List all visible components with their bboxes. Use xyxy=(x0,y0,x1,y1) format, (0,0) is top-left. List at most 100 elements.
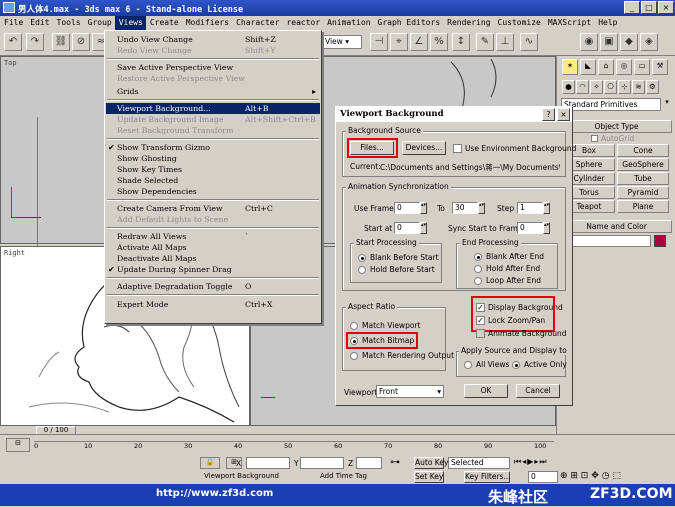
primitive-button-geosphere[interactable]: GeoSphere xyxy=(617,158,669,171)
object-color-swatch[interactable] xyxy=(654,235,666,247)
views-menu-item[interactable]: ✔ Update During Spinner Drag xyxy=(106,264,320,275)
systems-icon[interactable]: ⚙ xyxy=(646,80,659,94)
name-and-color-rollout[interactable]: Name and Color xyxy=(561,220,672,233)
object-type-rollout[interactable]: Object Type xyxy=(561,120,672,133)
menu-views[interactable]: Views xyxy=(114,16,146,30)
mirror-icon[interactable]: ⊣ xyxy=(370,33,388,51)
lights-icon[interactable]: ✧ xyxy=(590,80,603,94)
set-key-button[interactable]: Set Key xyxy=(414,471,444,483)
hierarchy-tab-icon[interactable]: ⌂ xyxy=(598,59,614,75)
utilities-tab-icon[interactable]: ⚒ xyxy=(652,59,668,75)
match-rendering-output-radio[interactable] xyxy=(350,352,358,360)
loop-after-end-radio[interactable] xyxy=(474,277,482,285)
trackbar-icon[interactable]: ⊟ xyxy=(6,438,30,452)
views-menu-item[interactable]: Show Key Times xyxy=(106,164,320,175)
percent-snap-icon[interactable]: % xyxy=(430,33,448,51)
spinner-snap-icon[interactable]: ↕ xyxy=(452,33,470,51)
hold-before-start-radio[interactable] xyxy=(358,266,366,274)
autogrid-checkbox[interactable] xyxy=(591,135,598,142)
render-scene-icon[interactable]: ▣ xyxy=(600,33,618,51)
cameras-icon[interactable]: ⎔ xyxy=(604,80,617,94)
views-menu-item[interactable]: Shade Selected xyxy=(106,175,320,186)
geometry-icon[interactable]: ● xyxy=(562,80,575,94)
key-filters-button[interactable]: Key Filters... xyxy=(464,471,511,483)
create-tab-icon[interactable]: ✶ xyxy=(562,59,578,75)
step-spinner-arrows[interactable]: ▴▾ xyxy=(543,202,550,214)
sync-start-spinner[interactable]: 0 xyxy=(517,222,543,234)
material-editor-icon[interactable]: ◉ xyxy=(580,33,598,51)
unlink-icon[interactable]: ⊘ xyxy=(72,33,90,51)
link-icon[interactable]: ⛓ xyxy=(52,33,70,51)
align-icon[interactable]: ⊥ xyxy=(496,33,514,51)
views-menu-item[interactable]: Viewport Background... Alt+B xyxy=(106,103,320,114)
modify-tab-icon[interactable]: ◣ xyxy=(580,59,596,75)
all-views-radio[interactable] xyxy=(464,361,472,369)
views-menu-item[interactable]: Adaptive Degradation Toggle O xyxy=(106,281,320,292)
current-frame-field[interactable]: 0 xyxy=(528,471,558,483)
minimize-button[interactable]: _ xyxy=(624,1,640,14)
undo-icon[interactable]: ↶ xyxy=(4,33,22,51)
dialog-close-button[interactable]: × xyxy=(557,108,570,121)
x-coord-field[interactable] xyxy=(246,457,290,469)
menu-customize[interactable]: Customize xyxy=(494,16,544,30)
view-select[interactable]: View ▾ xyxy=(322,35,362,49)
category-dropdown[interactable]: Standard Primitives xyxy=(561,98,661,111)
playback-controls[interactable]: ⏮◂▶▸⏭ xyxy=(514,457,584,469)
views-menu-item[interactable]: Update Background Image Alt+Shift+Ctrl+B xyxy=(106,114,320,125)
use-frame-spinner-arrows[interactable]: ▴▾ xyxy=(420,202,427,214)
shapes-icon[interactable]: ◠ xyxy=(576,80,589,94)
blank-before-start-radio[interactable] xyxy=(358,254,366,262)
use-frame-spinner[interactable]: 0 xyxy=(394,202,420,214)
redo-icon[interactable]: ↷ xyxy=(26,33,44,51)
help-button[interactable]: ? xyxy=(542,108,555,121)
blank-after-end-radio[interactable] xyxy=(474,253,482,261)
primitive-button-tube[interactable]: Tube xyxy=(617,172,669,185)
to-spinner[interactable]: 30 xyxy=(452,202,478,214)
menu-group[interactable]: Group xyxy=(84,16,115,30)
primitive-button-plane[interactable]: Plane xyxy=(617,200,669,213)
views-menu-item[interactable]: Redraw All Views ` xyxy=(106,231,320,242)
render-type-icon[interactable]: ◈ xyxy=(640,33,658,51)
menu-modifiers[interactable]: Modifiers xyxy=(182,16,232,30)
hold-after-end-radio[interactable] xyxy=(474,265,482,273)
views-menu-item[interactable]: Undo View Change Shift+Z xyxy=(106,34,320,45)
views-menu-item[interactable]: Redo View Change Shift+Y xyxy=(106,45,320,56)
key-mode-select[interactable]: Selected xyxy=(448,457,510,469)
object-name-field[interactable] xyxy=(561,235,651,247)
start-at-spinner[interactable]: 0 xyxy=(394,222,420,234)
motion-tab-icon[interactable]: ◎ xyxy=(616,59,632,75)
menu-graph-editors[interactable]: Graph Editors xyxy=(374,16,444,30)
primitive-button-pyramid[interactable]: Pyramid xyxy=(617,186,669,199)
views-menu-item[interactable]: Grids ▸ xyxy=(106,86,320,97)
menu-create[interactable]: Create xyxy=(146,16,182,30)
devices-button[interactable]: Devices... xyxy=(402,141,446,155)
ok-button[interactable]: OK xyxy=(464,384,508,398)
add-time-tag[interactable]: Add Time Tag xyxy=(320,472,380,482)
curve-editor-icon[interactable]: ∿ xyxy=(520,33,538,51)
use-env-background-checkbox[interactable] xyxy=(453,144,462,153)
menu-rendering[interactable]: Rendering xyxy=(443,16,493,30)
views-menu-item[interactable]: Reset Background Transform xyxy=(106,125,320,136)
y-coord-field[interactable] xyxy=(300,457,344,469)
views-menu-item[interactable]: ✔ Show Transform Gizmo xyxy=(106,142,320,153)
views-menu-item[interactable]: Deactivate All Maps xyxy=(106,253,320,264)
display-tab-icon[interactable]: ▭ xyxy=(634,59,650,75)
menu-maxscript[interactable]: MAXScript xyxy=(544,16,594,30)
z-coord-field[interactable] xyxy=(356,457,382,469)
active-only-radio[interactable] xyxy=(512,361,520,369)
sync-start-spinner-arrows[interactable]: ▴▾ xyxy=(543,222,550,234)
track-bar[interactable]: 0 10 20 30 40 50 60 70 80 90 100 xyxy=(34,441,554,453)
match-viewport-radio[interactable] xyxy=(350,322,358,330)
views-menu-item[interactable]: Save Active Perspective View xyxy=(106,62,320,73)
menu-reactor[interactable]: reactor xyxy=(282,16,323,30)
menu-edit[interactable]: Edit xyxy=(26,16,52,30)
named-selection-icon[interactable]: ✎ xyxy=(476,33,494,51)
start-at-spinner-arrows[interactable]: ▴▾ xyxy=(420,222,427,234)
cancel-button[interactable]: Cancel xyxy=(516,384,560,398)
views-menu-item[interactable]: Activate All Maps xyxy=(106,242,320,253)
animate-background-checkbox[interactable] xyxy=(476,329,485,338)
views-menu-item[interactable]: Restore Active Perspective View xyxy=(106,73,320,84)
views-menu-item[interactable]: Add Default Lights to Scene xyxy=(106,214,320,225)
menu-character[interactable]: Character xyxy=(232,16,282,30)
maximize-button[interactable]: □ xyxy=(641,1,657,14)
